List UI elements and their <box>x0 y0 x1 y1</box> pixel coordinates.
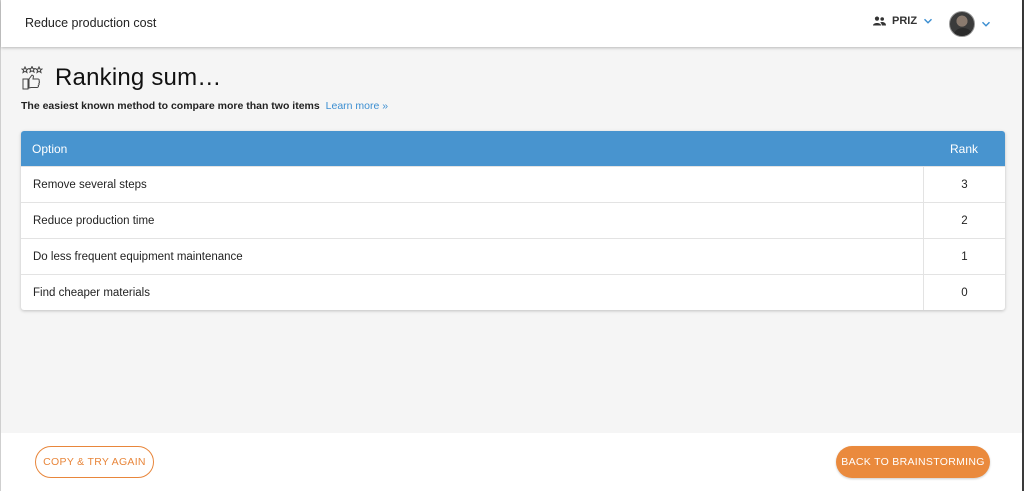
user-menu[interactable] <box>949 11 991 37</box>
copy-try-again-button[interactable]: COPY & TRY AGAIN <box>35 446 154 478</box>
option-cell: Reduce production time <box>33 214 155 227</box>
rank-cell: 0 <box>923 275 1005 310</box>
team-name: PRIZ <box>892 15 918 27</box>
option-cell: Do less frequent equipment maintenance <box>33 250 243 263</box>
top-bar: Reduce production cost PRIZ <box>1 0 1022 47</box>
subtitle-text: The easiest known method to compare more… <box>21 100 320 112</box>
option-cell: Remove several steps <box>33 178 147 191</box>
ranking-table: Option Rank Remove several steps 3 Reduc… <box>21 131 1005 310</box>
column-header-rank: Rank <box>949 141 978 156</box>
page-header: Ranking sum… <box>21 64 221 92</box>
table-row: Do less frequent equipment maintenance 1 <box>21 238 1005 274</box>
app-window: Reduce production cost PRIZ Ranking sum…… <box>0 0 1022 491</box>
rank-cell: 1 <box>923 239 1005 274</box>
table-row: Find cheaper materials 0 <box>21 274 1005 310</box>
option-cell: Find cheaper materials <box>33 286 150 299</box>
chevron-down-icon <box>924 18 933 24</box>
avatar <box>949 11 975 37</box>
rank-cell: 3 <box>923 167 1005 202</box>
table-header: Option Rank <box>21 131 1005 166</box>
rank-cell: 2 <box>923 203 1005 238</box>
table-row: Reduce production time 2 <box>21 202 1005 238</box>
team-selector[interactable]: PRIZ <box>873 15 933 27</box>
back-to-brainstorming-button[interactable]: BACK TO BRAINSTORMING <box>836 446 990 478</box>
users-icon <box>873 16 886 26</box>
page-subtitle: The easiest known method to compare more… <box>21 100 388 112</box>
column-header-option: Option <box>32 141 68 156</box>
project-title: Reduce production cost <box>25 16 157 30</box>
learn-more-link[interactable]: Learn more » <box>326 100 388 112</box>
footer-bar: COPY & TRY AGAIN BACK TO BRAINSTORMING <box>1 433 1022 491</box>
table-row: Remove several steps 3 <box>21 166 1005 202</box>
ranking-icon <box>21 66 43 90</box>
page-title: Ranking sum… <box>55 64 222 91</box>
chevron-down-icon <box>981 21 991 27</box>
